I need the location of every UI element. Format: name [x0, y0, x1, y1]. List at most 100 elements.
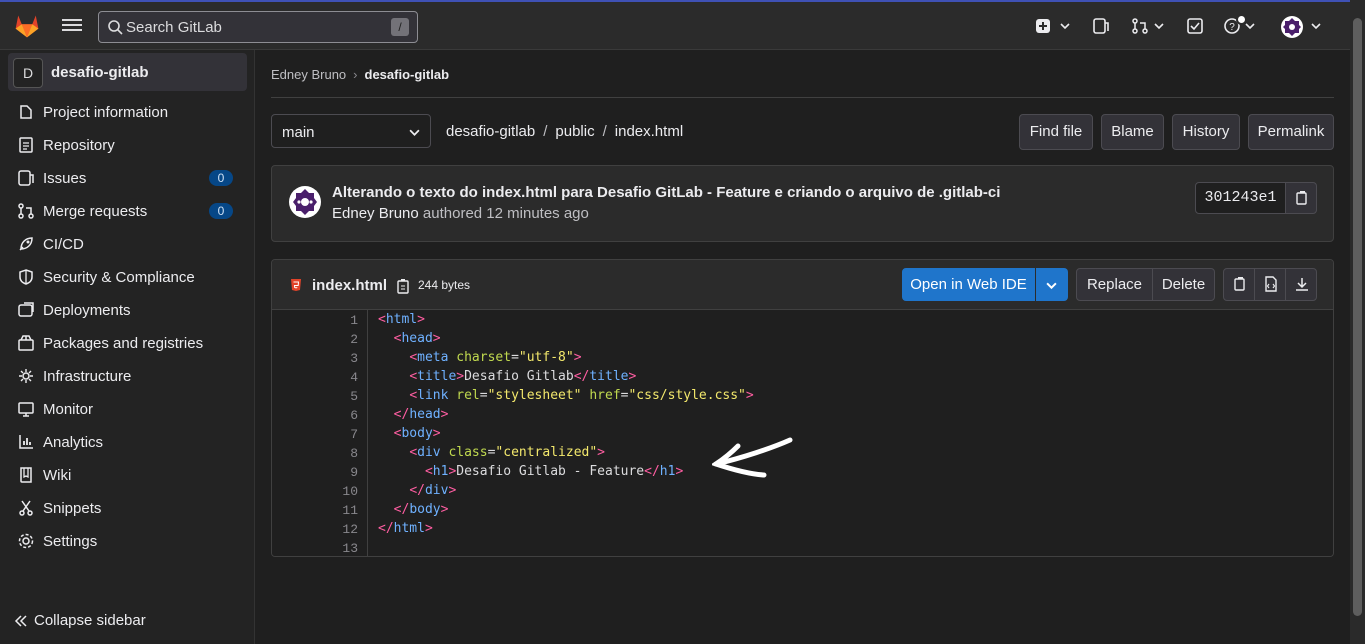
vertical-scrollbar[interactable] — [1350, 0, 1365, 644]
line-number[interactable]: 10 — [328, 484, 358, 499]
user-avatar-icon[interactable] — [1280, 15, 1304, 39]
copy-file-button[interactable] — [1223, 268, 1255, 301]
sidebar-item-label: CI/CD — [43, 236, 84, 253]
file-code-icon — [1265, 276, 1277, 292]
menu-icon[interactable] — [62, 16, 82, 36]
chart-icon — [19, 435, 33, 449]
code-token: </ — [378, 521, 394, 536]
code-line: <html> — [378, 312, 425, 327]
open-web-ide-button[interactable]: Open in Web IDE — [902, 268, 1035, 301]
breadcrumb-owner[interactable]: Edney Bruno — [271, 67, 346, 82]
line-number[interactable]: 8 — [328, 446, 358, 461]
sidebar-item-deployments[interactable]: Deployments — [8, 295, 247, 325]
todo-icon[interactable] — [1186, 17, 1204, 35]
annotation-arrow-icon — [712, 437, 793, 478]
download-button[interactable] — [1285, 268, 1317, 301]
code-line: <link rel="stylesheet" href="css/style.c… — [378, 388, 753, 403]
sidebar-item-issues[interactable]: Issues 0 — [8, 163, 247, 193]
new-item-icon[interactable] — [1034, 17, 1052, 35]
code-token: Desafio Gitlab - Feature — [456, 464, 645, 479]
line-number[interactable]: 3 — [328, 351, 358, 366]
sidebar-item-repository[interactable]: Repository — [8, 130, 247, 160]
code-token: </ — [644, 464, 660, 479]
sidebar-item-security[interactable]: Security & Compliance — [8, 262, 247, 292]
copy-sha-button[interactable] — [1285, 182, 1317, 214]
code-token: > — [448, 483, 457, 498]
chevron-down-icon — [1046, 282, 1057, 290]
double-chevron-left-icon — [14, 615, 27, 627]
sidebar-item-snippets[interactable]: Snippets — [8, 493, 247, 523]
sidebar-item-wiki[interactable]: Wiki — [8, 460, 247, 490]
sidebar-item-label: Settings — [43, 533, 98, 550]
code-token: meta — [417, 350, 457, 365]
code-token: div — [424, 483, 449, 498]
code-token: < — [409, 350, 418, 365]
package-icon — [18, 335, 34, 351]
code-token: "css/style.css" — [628, 388, 746, 403]
sidebar-item-packages[interactable]: Packages and registries — [8, 328, 247, 358]
line-number[interactable]: 4 — [328, 370, 358, 385]
chevron-down-icon[interactable] — [1154, 21, 1164, 31]
sidebar-item-label: Deployments — [43, 302, 131, 319]
blame-button[interactable]: Blame — [1101, 114, 1164, 150]
sidebar-item-infrastructure[interactable]: Infrastructure — [8, 361, 247, 391]
line-number[interactable]: 12 — [328, 522, 358, 537]
merge-requests-shortcut-icon[interactable] — [1131, 17, 1149, 35]
raw-file-button[interactable] — [1254, 268, 1286, 301]
delete-button[interactable]: Delete — [1152, 268, 1215, 301]
replace-button[interactable]: Replace — [1076, 268, 1153, 301]
copy-path-icon[interactable] — [396, 278, 410, 294]
project-header[interactable]: D desafio-gitlab — [8, 53, 247, 91]
line-number[interactable]: 9 — [328, 465, 358, 480]
line-number[interactable]: 7 — [328, 427, 358, 442]
breadcrumb-project[interactable]: desafio-gitlab — [365, 67, 450, 82]
line-number[interactable]: 11 — [328, 503, 358, 518]
line-number[interactable]: 2 — [328, 332, 358, 347]
svg-text:?: ? — [1229, 22, 1235, 33]
find-file-button[interactable]: Find file — [1019, 114, 1093, 150]
path-root[interactable]: desafio-gitlab — [446, 123, 535, 140]
code-token: = — [511, 350, 519, 365]
search-input[interactable]: Search GitLab / — [98, 11, 418, 43]
copy-icon — [1234, 277, 1245, 291]
path-dir[interactable]: public — [555, 123, 594, 140]
sidebar-item-merge-requests[interactable]: Merge requests 0 — [8, 196, 247, 226]
sidebar-item-settings[interactable]: Settings — [8, 526, 247, 556]
code-token: rel — [456, 388, 480, 403]
path-file[interactable]: index.html — [615, 123, 683, 140]
code-token: < — [378, 312, 386, 327]
search-placeholder: Search GitLab — [126, 19, 222, 36]
sidebar-item-ci-cd[interactable]: CI/CD — [8, 229, 247, 259]
issues-shortcut-icon[interactable] — [1092, 17, 1110, 35]
collapse-sidebar-label: Collapse sidebar — [34, 612, 146, 629]
line-number[interactable]: 5 — [328, 389, 358, 404]
permalink-button[interactable]: Permalink — [1248, 114, 1334, 150]
code-token: = — [479, 388, 488, 403]
code-line: <div class="centralized"> — [378, 445, 605, 460]
project-avatar: D — [13, 58, 43, 88]
sidebar-item-project-information[interactable]: Project information — [8, 97, 247, 127]
line-number[interactable]: 13 — [328, 541, 358, 556]
commit-title[interactable]: Alterando o texto do index.html para Des… — [332, 184, 1000, 201]
chevron-down-icon[interactable] — [1245, 21, 1255, 31]
sidebar-item-monitor[interactable]: Monitor — [8, 394, 247, 424]
merge-request-icon — [18, 203, 34, 219]
history-button[interactable]: History — [1172, 114, 1240, 150]
sidebar-item-analytics[interactable]: Analytics — [8, 427, 247, 457]
line-number[interactable]: 6 — [328, 408, 358, 423]
code-token: "centralized" — [495, 445, 598, 460]
code-token: div — [417, 445, 449, 460]
chevron-down-icon[interactable] — [1311, 21, 1321, 31]
commit-author[interactable]: Edney Bruno — [332, 205, 419, 222]
line-number[interactable]: 1 — [328, 313, 358, 328]
gitlab-logo-icon[interactable] — [13, 12, 41, 40]
sidebar-item-label: Packages and registries — [43, 335, 204, 352]
author-avatar[interactable] — [288, 185, 322, 219]
web-ide-dropdown-button[interactable] — [1036, 268, 1068, 301]
collapse-sidebar-button[interactable]: Collapse sidebar — [14, 612, 146, 629]
branch-selector[interactable]: main — [271, 114, 431, 148]
scrollbar-thumb[interactable] — [1353, 18, 1362, 616]
commit-sha[interactable]: 301243e1 — [1195, 182, 1286, 214]
chevron-down-icon[interactable] — [1060, 21, 1070, 31]
